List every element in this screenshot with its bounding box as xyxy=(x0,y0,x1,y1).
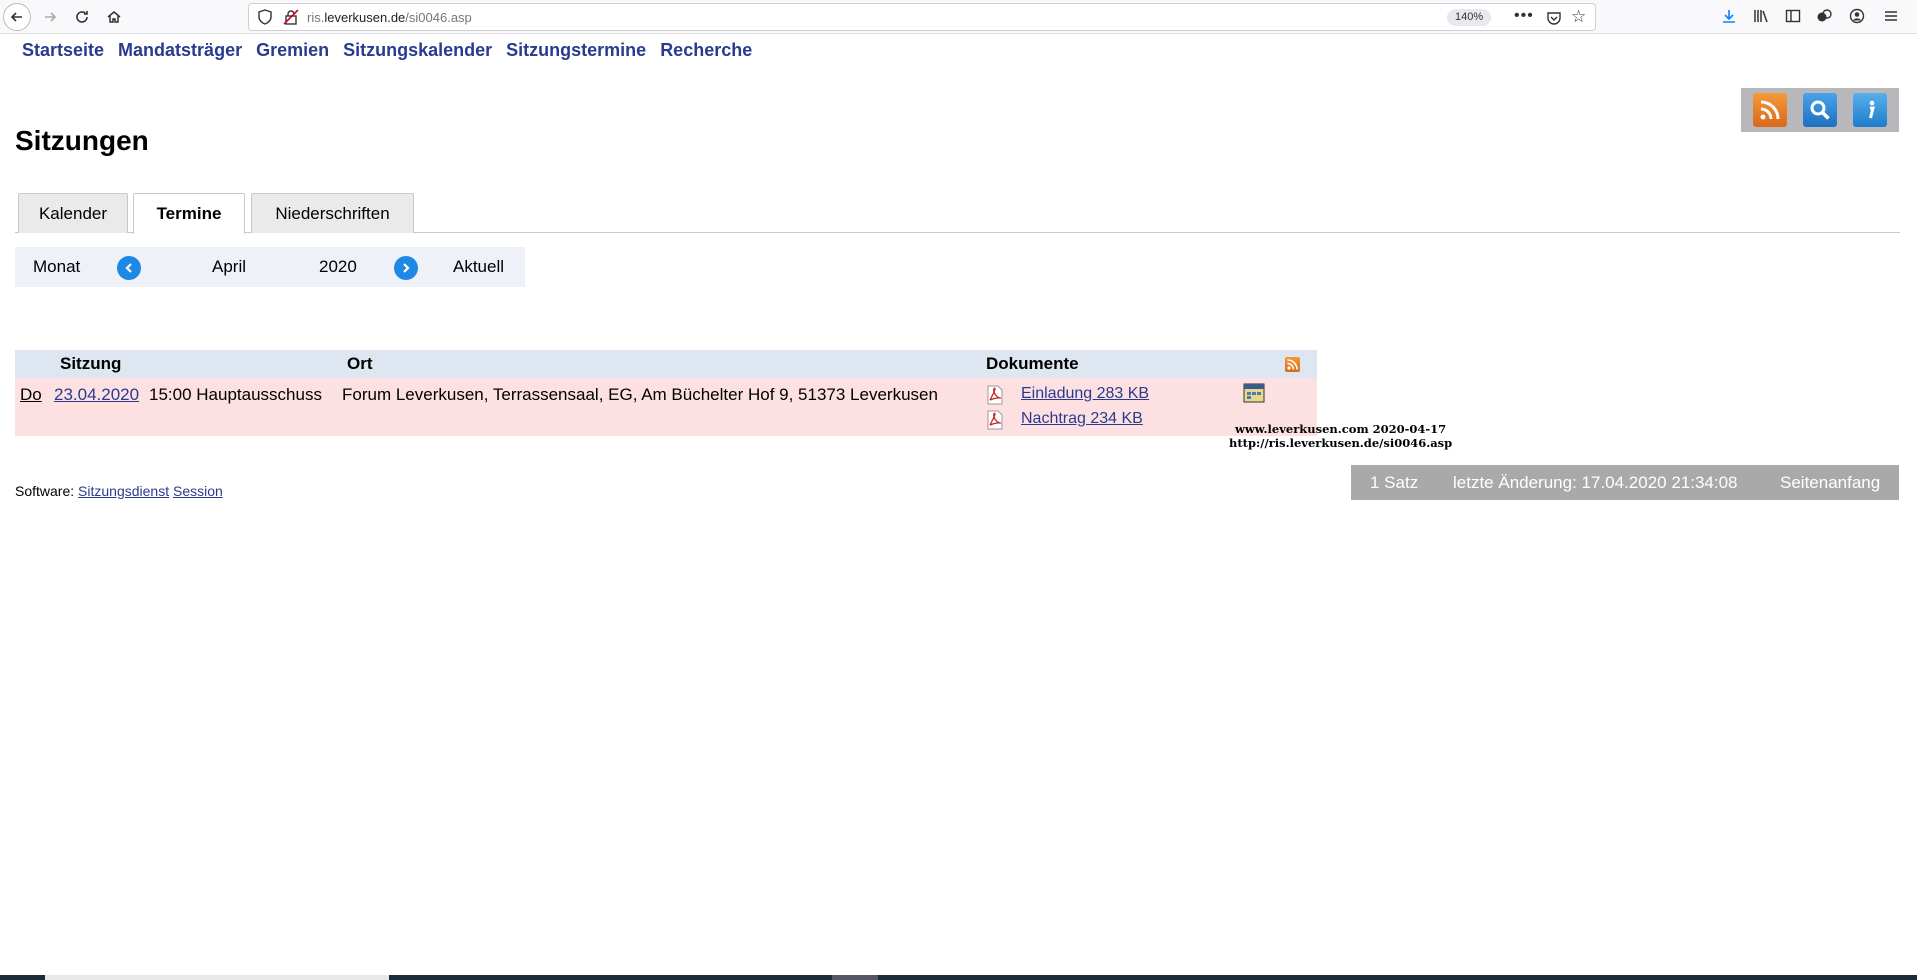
insecure-lock-icon[interactable] xyxy=(283,9,299,25)
last-change: letzte Änderung: 17.04.2020 21:34:08 xyxy=(1453,473,1738,492)
arrow-right-icon xyxy=(45,12,57,22)
arrow-left-icon xyxy=(10,12,22,22)
current-year: 2020 xyxy=(319,257,357,276)
document-link-nachtrag[interactable]: Nachtrag 234 KB xyxy=(1021,410,1143,428)
page-tools xyxy=(1741,88,1899,132)
rss-icon[interactable] xyxy=(1753,93,1787,127)
browser-toolbar: ris.leverkusen.de/si0046.asp 140% ••• ☆ xyxy=(0,0,1917,34)
nav-mandatstraeger[interactable]: Mandatsträger xyxy=(118,40,242,61)
url-text[interactable]: ris.leverkusen.de/si0046.asp xyxy=(307,10,472,25)
main-navigation: Startseite Mandatsträger Gremien Sitzung… xyxy=(22,40,752,61)
url-host: leverkusen.de xyxy=(324,10,406,25)
row-date-link[interactable]: 23.04.2020 xyxy=(54,385,139,405)
current-month-link[interactable]: Aktuell xyxy=(453,257,504,277)
pocket-icon[interactable] xyxy=(1546,10,1562,26)
home-icon xyxy=(107,11,121,23)
row-location: Forum Leverkusen, Terrassensaal, EG, Am … xyxy=(342,385,938,404)
menu-icon[interactable] xyxy=(1882,7,1900,25)
zoom-badge[interactable]: 140% xyxy=(1447,9,1492,26)
nav-recherche[interactable]: Recherche xyxy=(660,40,752,61)
watermark-line1: www.leverkusen.com 2020-04-17 xyxy=(1235,422,1447,436)
info-icon[interactable] xyxy=(1853,93,1887,127)
search-icon[interactable] xyxy=(1803,93,1837,127)
extensions-icon[interactable] xyxy=(1815,7,1833,25)
library-icon[interactable] xyxy=(1752,7,1770,25)
pdf-icon[interactable] xyxy=(985,385,1005,405)
nav-sitzungskalender[interactable]: Sitzungskalender xyxy=(343,40,492,61)
url-prefix: ris. xyxy=(307,10,325,25)
sidebar-icon[interactable] xyxy=(1784,7,1802,25)
row-weekday: Do xyxy=(20,385,42,404)
calendar-export-icon[interactable] xyxy=(1243,383,1265,403)
software-link-session[interactable]: Session xyxy=(173,483,223,499)
row-time-title: 15:00 Hauptausschuss xyxy=(149,385,322,404)
forward-button[interactable] xyxy=(36,3,64,31)
tab-termine[interactable]: Termine xyxy=(133,193,245,234)
previous-month-button[interactable] xyxy=(117,256,141,280)
chevron-right-icon xyxy=(403,263,410,273)
nav-sitzungstermine[interactable]: Sitzungstermine xyxy=(506,40,646,61)
taskbar-segment xyxy=(832,975,878,980)
watermark: www.leverkusen.com 2020-04-17 http://ris… xyxy=(1229,422,1452,450)
back-button[interactable] xyxy=(3,3,31,31)
meetings-table: Sitzung Ort Dokumente Do 23.04.2020 15:0… xyxy=(15,350,1317,436)
watermark-line2: http://ris.leverkusen.de/si0046.asp xyxy=(1229,436,1453,450)
next-month-button[interactable] xyxy=(394,256,418,280)
shield-icon[interactable] xyxy=(257,9,273,25)
current-month: April xyxy=(212,257,247,276)
month-label: Monat xyxy=(33,257,81,276)
url-path: /si0046.asp xyxy=(405,10,472,25)
chevron-left-icon xyxy=(125,263,132,273)
nav-gremien[interactable]: Gremien xyxy=(256,40,329,61)
reload-button[interactable] xyxy=(68,3,96,31)
taskbar-strip xyxy=(0,975,1917,980)
status-bar: 1 Satz letzte Änderung: 17.04.2020 21:34… xyxy=(1351,465,1899,500)
record-count: 1 Satz xyxy=(1370,473,1419,492)
document-link-einladung[interactable]: Einladung 283 KB xyxy=(1021,385,1149,403)
software-label: Software: xyxy=(15,483,75,499)
tab-niederschriften[interactable]: Niederschriften xyxy=(251,193,414,233)
more-actions-icon[interactable]: ••• xyxy=(1514,7,1534,25)
taskbar-segment xyxy=(45,975,389,980)
software-link-sitzungsdienst[interactable]: Sitzungsdienst xyxy=(78,483,169,499)
account-icon[interactable] xyxy=(1848,7,1866,25)
rss-feed-icon[interactable] xyxy=(1285,357,1300,372)
table-row: Do 23.04.2020 15:00 Hauptausschuss Forum… xyxy=(15,378,1317,436)
pdf-icon[interactable] xyxy=(985,410,1005,430)
table-header: Sitzung Ort Dokumente xyxy=(15,350,1317,378)
header-dokumente: Dokumente xyxy=(986,354,1079,373)
reload-icon xyxy=(76,11,88,23)
bookmark-star-icon[interactable]: ☆ xyxy=(1571,7,1586,27)
page-top-link[interactable]: Seitenanfang xyxy=(1780,473,1880,493)
url-bar[interactable]: ris.leverkusen.de/si0046.asp 140% ••• ☆ xyxy=(248,3,1596,31)
month-navigation: Monat April 2020 Aktuell xyxy=(15,247,525,287)
nav-startseite[interactable]: Startseite xyxy=(22,40,104,61)
download-icon[interactable] xyxy=(1720,7,1738,25)
header-ort: Ort xyxy=(347,354,373,373)
header-sitzung: Sitzung xyxy=(60,354,122,373)
tab-kalender[interactable]: Kalender xyxy=(18,193,128,233)
software-credit: Software: Sitzungsdienst Session xyxy=(15,483,223,499)
tab-bar: Kalender Termine Niederschriften xyxy=(15,193,1900,234)
home-button[interactable] xyxy=(100,3,128,31)
page-title: Sitzungen xyxy=(15,125,149,156)
